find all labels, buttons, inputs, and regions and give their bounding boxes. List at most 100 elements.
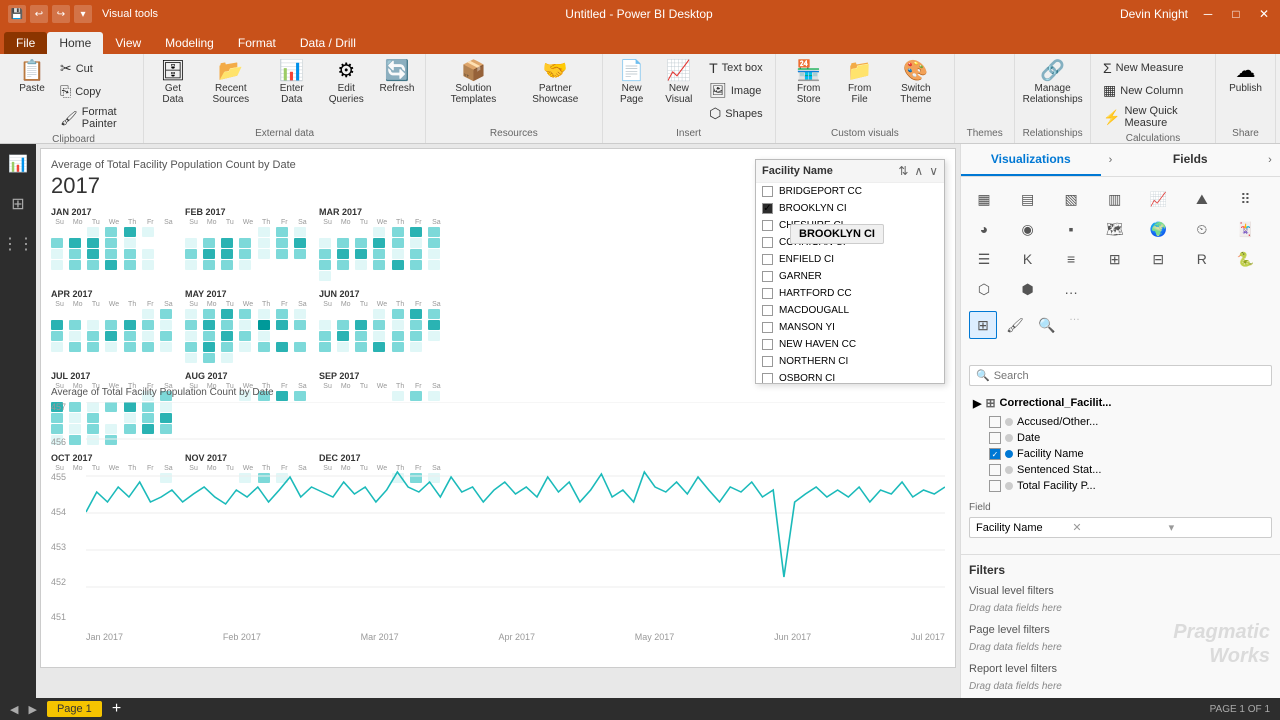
cal-cell[interactable] xyxy=(392,331,404,341)
viz-treemap-icon[interactable]: ▪ xyxy=(1056,215,1086,243)
cal-cell[interactable] xyxy=(142,342,154,352)
save-icon[interactable]: 💾 xyxy=(8,5,26,23)
cal-cell[interactable] xyxy=(258,309,270,319)
cal-cell[interactable] xyxy=(319,309,331,319)
cal-cell[interactable] xyxy=(239,249,251,259)
cal-cell[interactable] xyxy=(355,342,367,352)
cal-cell[interactable] xyxy=(373,249,385,259)
cal-cell[interactable] xyxy=(337,238,349,248)
cal-cell[interactable] xyxy=(239,320,251,330)
cal-cell[interactable] xyxy=(337,271,349,281)
cal-cell[interactable] xyxy=(239,331,251,341)
cal-cell[interactable] xyxy=(428,353,440,363)
cal-cell[interactable] xyxy=(69,249,81,259)
cal-cell[interactable] xyxy=(221,271,233,281)
cal-cell[interactable] xyxy=(294,309,306,319)
cal-cell[interactable] xyxy=(185,238,197,248)
cal-cell[interactable] xyxy=(276,238,288,248)
viz-table-icon[interactable]: ⊞ xyxy=(1100,245,1130,273)
new-measure-button[interactable]: Σ New Measure xyxy=(1099,58,1207,78)
fields-panel-arrow[interactable]: › xyxy=(1260,144,1280,176)
cal-cell[interactable] xyxy=(276,227,288,237)
cal-cell[interactable] xyxy=(337,353,349,363)
viz-analytics-icon[interactable]: 🔍 xyxy=(1033,311,1061,339)
cal-cell[interactable] xyxy=(337,320,349,330)
facility-collapse-icon[interactable]: ∧ xyxy=(914,164,923,178)
viz-pie-icon[interactable]: ◕ xyxy=(969,215,999,243)
cal-cell[interactable] xyxy=(410,227,422,237)
cal-cell[interactable] xyxy=(319,238,331,248)
cal-cell[interactable] xyxy=(69,320,81,330)
customize-icon[interactable]: ▾ xyxy=(74,5,92,23)
close-button[interactable]: ✕ xyxy=(1256,6,1272,22)
cal-cell[interactable] xyxy=(319,271,331,281)
from-file-button[interactable]: 📁 From File xyxy=(838,58,882,108)
cal-cell[interactable] xyxy=(87,271,99,281)
cal-cell[interactable] xyxy=(105,342,117,352)
new-column-button[interactable]: ▦ New Column xyxy=(1099,80,1207,101)
paste-button[interactable]: 📋 Paste xyxy=(12,58,52,97)
cal-cell[interactable] xyxy=(319,260,331,270)
field-item[interactable]: Total Facility P... xyxy=(985,478,1272,494)
cal-cell[interactable] xyxy=(294,342,306,352)
cal-cell[interactable] xyxy=(142,353,154,363)
cal-cell[interactable] xyxy=(294,249,306,259)
cal-cell[interactable] xyxy=(337,309,349,319)
cal-cell[interactable] xyxy=(105,271,117,281)
cal-cell[interactable] xyxy=(239,227,251,237)
cal-cell[interactable] xyxy=(392,238,404,248)
cal-cell[interactable] xyxy=(105,249,117,259)
cal-cell[interactable] xyxy=(51,271,63,281)
tab-fields[interactable]: Fields xyxy=(1121,144,1261,176)
field-checkbox[interactable] xyxy=(989,416,1001,428)
viz-more-icon[interactable]: … xyxy=(1056,275,1086,303)
facility-item[interactable]: NORTHERN CI xyxy=(756,353,944,370)
facility-item[interactable]: NEW HAVEN CC xyxy=(756,336,944,353)
cal-cell[interactable] xyxy=(51,238,63,248)
cal-cell[interactable] xyxy=(221,238,233,248)
cal-cell[interactable] xyxy=(392,353,404,363)
cal-cell[interactable] xyxy=(124,271,136,281)
cal-cell[interactable] xyxy=(355,249,367,259)
cal-cell[interactable] xyxy=(124,309,136,319)
facility-expand-icon[interactable]: ∨ xyxy=(929,164,938,178)
cal-cell[interactable] xyxy=(276,260,288,270)
cal-cell[interactable] xyxy=(410,238,422,248)
cal-cell[interactable] xyxy=(319,353,331,363)
cal-cell[interactable] xyxy=(294,238,306,248)
facility-checkbox[interactable] xyxy=(762,186,773,197)
cal-cell[interactable] xyxy=(428,342,440,352)
cal-cell[interactable] xyxy=(428,227,440,237)
cal-cell[interactable] xyxy=(203,227,215,237)
maximize-button[interactable]: □ xyxy=(1228,6,1244,22)
cal-cell[interactable] xyxy=(124,331,136,341)
cal-cell[interactable] xyxy=(185,271,197,281)
redo-icon[interactable]: ↪ xyxy=(52,5,70,23)
facility-item[interactable]: OSBORN CI xyxy=(756,370,944,383)
cal-cell[interactable] xyxy=(428,331,440,341)
cal-cell[interactable] xyxy=(319,249,331,259)
cal-cell[interactable] xyxy=(87,260,99,270)
field-dropdown[interactable]: Facility Name ✕ ▾ xyxy=(969,517,1272,538)
cal-cell[interactable] xyxy=(142,260,154,270)
cal-cell[interactable] xyxy=(185,249,197,259)
tab-data-drill[interactable]: Data / Drill xyxy=(288,32,368,54)
cal-cell[interactable] xyxy=(142,249,154,259)
cal-cell[interactable] xyxy=(69,238,81,248)
cal-cell[interactable] xyxy=(124,342,136,352)
cal-cell[interactable] xyxy=(410,353,422,363)
cal-cell[interactable] xyxy=(51,309,63,319)
cal-cell[interactable] xyxy=(203,320,215,330)
viz-100pct-icon[interactable]: ▧ xyxy=(1056,185,1086,213)
text-box-button[interactable]: T Text box xyxy=(705,58,767,78)
field-dropdown-clear-icon[interactable]: ✕ xyxy=(1072,521,1168,534)
refresh-button[interactable]: 🔄 Refresh xyxy=(377,58,417,97)
cal-cell[interactable] xyxy=(160,238,172,248)
viz-matrix-icon[interactable]: ⊟ xyxy=(1143,245,1173,273)
cal-cell[interactable] xyxy=(160,309,172,319)
cal-cell[interactable] xyxy=(105,238,117,248)
shapes-button[interactable]: ⬡ Shapes xyxy=(705,103,767,124)
cal-cell[interactable] xyxy=(69,227,81,237)
cal-cell[interactable] xyxy=(258,331,270,341)
cal-cell[interactable] xyxy=(428,309,440,319)
